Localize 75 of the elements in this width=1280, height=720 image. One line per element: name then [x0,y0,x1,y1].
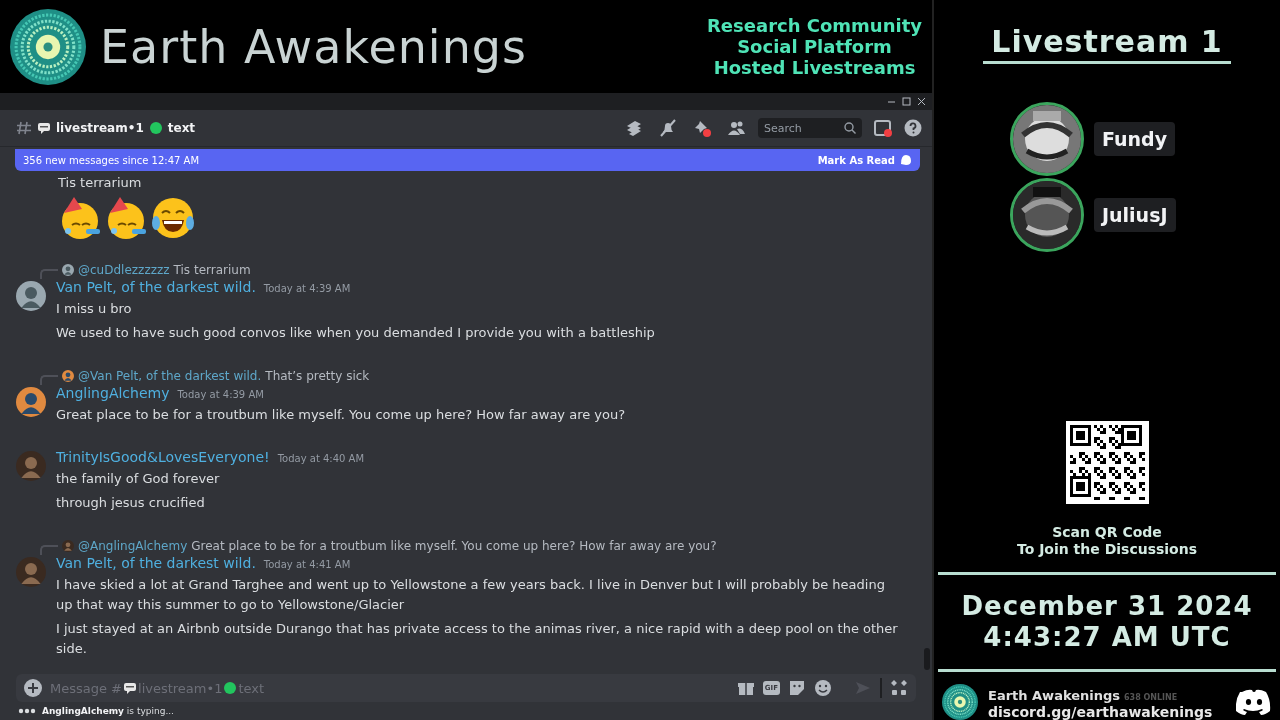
author-name[interactable]: TrinityIsGood&LovesEveryone! [56,449,270,465]
message-text: through jesus crucified [56,494,206,512]
author-name[interactable]: Van Pelt, of the darkest wild. [56,279,256,295]
placeholder-suffix: text [238,680,265,696]
discord-logo-icon [1236,688,1272,716]
reply-mention[interactable]: @AnglingAlchemy [78,539,188,553]
typing-indicator: AnglingAlchemy is typing... [42,706,174,716]
apps-icon[interactable] [890,679,908,697]
message-text: Tis terrarium [58,174,143,192]
qr-caption: Scan QR Code [1052,524,1162,541]
reply-avatar-icon [62,540,74,552]
speech-bubble-icon [124,682,136,694]
server-icon [942,684,978,720]
message-text: I miss u bro [56,300,133,318]
search-icon [844,122,856,134]
reply-preview: That’s pretty sick [265,369,370,383]
qr-caption: To Join the Discussions [1016,541,1198,558]
message-text: the family of God forever [56,470,221,488]
tagline: Research Community [707,15,922,36]
reply-spine [40,269,58,279]
placeholder-channel: livestream•1 [138,680,223,696]
stream-title: Livestream 1 [983,24,1231,64]
online-count: 638 ONLINE [1124,692,1178,702]
logo-icon [10,8,86,85]
reply-avatar-icon [62,370,74,382]
help-icon[interactable] [904,119,922,137]
speaker-name: Fundy [1094,122,1176,156]
reply-preview: Great place to be for a troutbum like myself. You come up here? How far away are you? [191,539,717,553]
new-messages-text: 356 new messages since 12:47 AM [23,154,201,166]
add-icon[interactable] [24,679,42,697]
speaker-name: JuliusJ [1094,198,1176,232]
reply-mention[interactable]: @cuDdlezzzzzz [78,263,170,277]
avatar-icon [16,387,46,417]
search-field[interactable]: Search [758,118,862,138]
reply-preview: Tis terrarium [173,263,251,277]
maximize-icon[interactable] [902,97,911,106]
timestamp: Today at 4:39 AM [263,283,351,294]
server-name: Earth Awakenings [988,687,1121,703]
reply-spine [40,375,58,385]
mark-as-read-button[interactable]: Mark As Read [817,154,912,166]
timestamp: Today at 4:39 AM [177,389,264,400]
close-icon[interactable] [917,97,926,106]
placeholder-text: Message # [50,680,122,696]
laughing-face-icon [150,195,196,241]
author-name[interactable]: AnglingAlchemy [56,385,170,401]
message-text: I just stayed at an Airbnb outside Durango that has private access to the animas river, a nice rapid with a deep pool on the other side. [56,620,899,658]
sticker-icon[interactable] [788,679,806,697]
stream-date: December 31 2024 [961,591,1253,622]
emoji-icon[interactable] [814,679,832,697]
scrollbar-thumb[interactable] [924,648,930,670]
tagline: Hosted Livestreams [713,57,916,78]
brand-title: Earth Awakenings [100,19,528,74]
reply-mention[interactable]: @Van Pelt, of the darkest wild. [78,369,262,383]
author-name[interactable]: Van Pelt, of the darkest wild. [56,555,256,571]
hashtag-icon [16,120,32,136]
timestamp: Today at 4:40 AM [277,453,365,464]
inbox-icon[interactable] [874,119,892,137]
avatar-icon [16,557,46,587]
speech-bubble-icon [38,122,50,134]
status-dot-icon [224,682,237,694]
stream-time: 4:43:27 AM UTC [983,622,1231,653]
message-text: I have skied a lot at Grand Targhee and went up to Yellowstone a few years back. I live in Denver but I will probably be heading up that way this summer to go to Yellowstone/Glacier [56,576,886,614]
message-text: We used to have such good convos like when you demanded I provide you with a battleship [56,324,655,342]
reply-spine [40,545,58,555]
tagline: Social Platform [737,36,892,57]
message-text: Great place to be for a troutbum like myself. You come up here? How far away are you? [56,406,626,424]
status-dot-icon [149,122,162,134]
invite-link[interactable]: discord.gg/earthawakenings [988,703,1226,720]
avatar-icon [16,451,46,481]
timestamp: Today at 4:41 AM [263,559,351,570]
avatar-icon [16,281,46,311]
channel-suffix: text [167,121,196,135]
reply-avatar-icon [62,264,74,276]
channel-name: livestream•1 [56,121,144,135]
typing-dots-icon [18,708,36,714]
